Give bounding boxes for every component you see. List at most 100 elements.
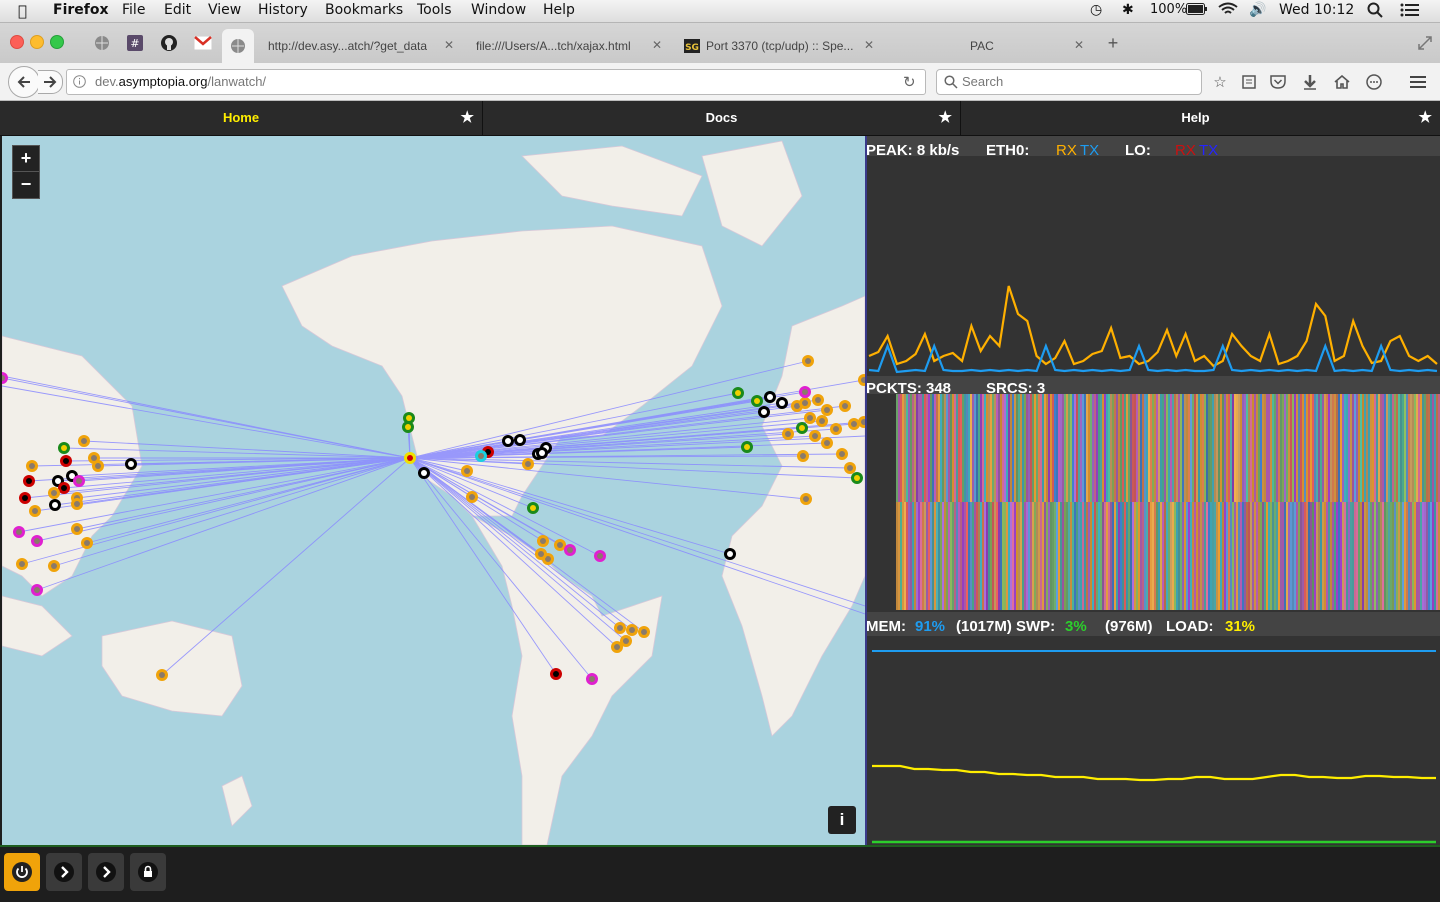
packet-bar	[1218, 502, 1220, 610]
tab-get-data[interactable]: http://dev.asy...atch/?get_data ✕	[256, 29, 462, 63]
menu-history[interactable]: History	[258, 2, 308, 18]
packet-bar	[1110, 394, 1112, 502]
downloads-icon[interactable]	[1300, 72, 1320, 92]
app-menu[interactable]: Firefox	[53, 2, 109, 18]
packet-bar	[1414, 502, 1416, 610]
clock[interactable]: Wed 10:12	[1279, 2, 1354, 18]
time-machine-icon[interactable]: ◷	[1090, 2, 1102, 18]
zoom-in-button[interactable]: +	[12, 145, 40, 173]
pinned-tab-globe-icon[interactable]	[91, 32, 113, 54]
search-bar[interactable]: Search	[936, 69, 1202, 95]
power-button[interactable]	[4, 853, 40, 891]
fast-forward-button[interactable]	[88, 853, 124, 891]
tab-xajax[interactable]: file:///Users/A...tch/xajax.html ✕	[464, 29, 670, 63]
menu-bookmarks[interactable]: Bookmarks	[325, 2, 403, 18]
packet-bar	[964, 502, 966, 610]
bluetooth-icon[interactable]: ✱	[1122, 2, 1134, 18]
menu-view[interactable]: View	[208, 2, 241, 18]
packet-bar	[986, 394, 988, 502]
host-marker-core	[405, 424, 411, 430]
minimize-window-button[interactable]	[30, 35, 44, 49]
url-bar[interactable]: dev.asymptopia.org/lanwatch/ ↻	[66, 69, 926, 95]
packet-bar	[1410, 394, 1412, 502]
new-tab-button[interactable]: +	[1102, 32, 1124, 54]
pinned-tab-github-icon[interactable]	[158, 32, 180, 54]
close-tab-icon[interactable]: ✕	[1074, 38, 1084, 52]
tab-pac[interactable]: PAC ✕	[884, 29, 1094, 63]
hamburger-menu-icon[interactable]	[1408, 72, 1428, 92]
nav-docs[interactable]: Docs ★	[483, 101, 961, 135]
menu-help[interactable]: Help	[543, 2, 575, 18]
packet-bar	[1274, 502, 1276, 610]
packet-bar	[1004, 502, 1006, 610]
packet-bar	[1168, 394, 1170, 502]
reload-icon[interactable]: ↻	[903, 73, 916, 91]
close-tab-icon[interactable]: ✕	[652, 38, 662, 52]
close-tab-icon[interactable]: ✕	[864, 38, 874, 52]
packet-bar	[1400, 394, 1402, 502]
packet-bar	[1250, 502, 1252, 610]
wifi-icon[interactable]	[1218, 2, 1238, 20]
star-icon[interactable]: ★	[1419, 108, 1432, 126]
packet-bar	[1024, 502, 1026, 610]
battery-percent[interactable]: 100%	[1150, 2, 1187, 17]
packet-bar	[1432, 502, 1434, 610]
menu-edit[interactable]: Edit	[164, 2, 191, 18]
chat-icon[interactable]	[1364, 72, 1384, 92]
battery-icon[interactable]	[1186, 3, 1208, 19]
packet-bar	[1400, 502, 1402, 610]
bookmarks-menu-icon[interactable]	[1239, 72, 1259, 92]
pinned-tab-hash-icon[interactable]: #	[124, 32, 146, 54]
packet-bar	[1008, 502, 1010, 610]
packet-bar	[1218, 394, 1220, 502]
packet-bar	[1424, 394, 1426, 502]
fullscreen-icon[interactable]	[1414, 32, 1436, 54]
lock-button[interactable]	[130, 853, 166, 891]
star-icon[interactable]: ★	[461, 108, 474, 126]
packet-bar	[964, 394, 966, 502]
map-info-button[interactable]: i	[828, 806, 856, 834]
world-map[interactable]: + − i	[2, 136, 867, 845]
pinned-tab-gmail-icon[interactable]	[192, 32, 214, 54]
nav-help[interactable]: Help ★	[961, 101, 1440, 135]
pinned-tab-active[interactable]	[222, 29, 254, 63]
back-button[interactable]	[8, 66, 40, 98]
map-canvas	[2, 140, 865, 845]
packet-bar	[1310, 394, 1312, 502]
notification-center-icon[interactable]	[1400, 2, 1420, 22]
close-window-button[interactable]	[10, 35, 24, 49]
packet-bar	[1366, 394, 1368, 502]
apple-icon[interactable]: 	[18, 2, 27, 20]
menu-window[interactable]: Window	[471, 2, 526, 18]
forward-button[interactable]	[38, 70, 63, 94]
packet-bar	[1138, 502, 1140, 610]
menu-file[interactable]: File	[122, 2, 145, 18]
menu-tools[interactable]: Tools	[417, 2, 452, 18]
packet-bar	[1216, 502, 1218, 610]
pocket-icon[interactable]	[1268, 72, 1288, 92]
packet-bar	[1162, 394, 1164, 502]
home-icon[interactable]	[1332, 72, 1352, 92]
nav-home[interactable]: Home ★	[0, 101, 483, 135]
packet-bar	[1144, 502, 1146, 610]
spotlight-icon[interactable]	[1367, 2, 1383, 22]
step-forward-button[interactable]	[46, 853, 82, 891]
europe-africa-shape	[721, 295, 865, 737]
packet-bar	[1184, 502, 1186, 610]
host-marker-core	[16, 529, 22, 535]
zoom-out-button[interactable]: −	[12, 171, 40, 199]
packet-bar	[1152, 502, 1154, 610]
zoom-window-button[interactable]	[50, 35, 64, 49]
network-graph	[868, 285, 1438, 374]
packet-bar	[1258, 394, 1260, 502]
packet-bar	[1256, 394, 1258, 502]
packet-bar	[1238, 502, 1240, 610]
packet-bar	[922, 502, 924, 610]
packet-bar	[1422, 394, 1424, 502]
bookmark-star-icon[interactable]: ☆	[1210, 72, 1230, 92]
volume-icon[interactable]: 🔊	[1249, 2, 1266, 18]
tab-port-3370[interactable]: SG Port 3370 (tcp/udp) :: Spe... ✕	[672, 29, 882, 63]
close-tab-icon[interactable]: ✕	[444, 38, 454, 52]
packet-bar	[990, 394, 992, 502]
star-icon[interactable]: ★	[939, 108, 952, 126]
